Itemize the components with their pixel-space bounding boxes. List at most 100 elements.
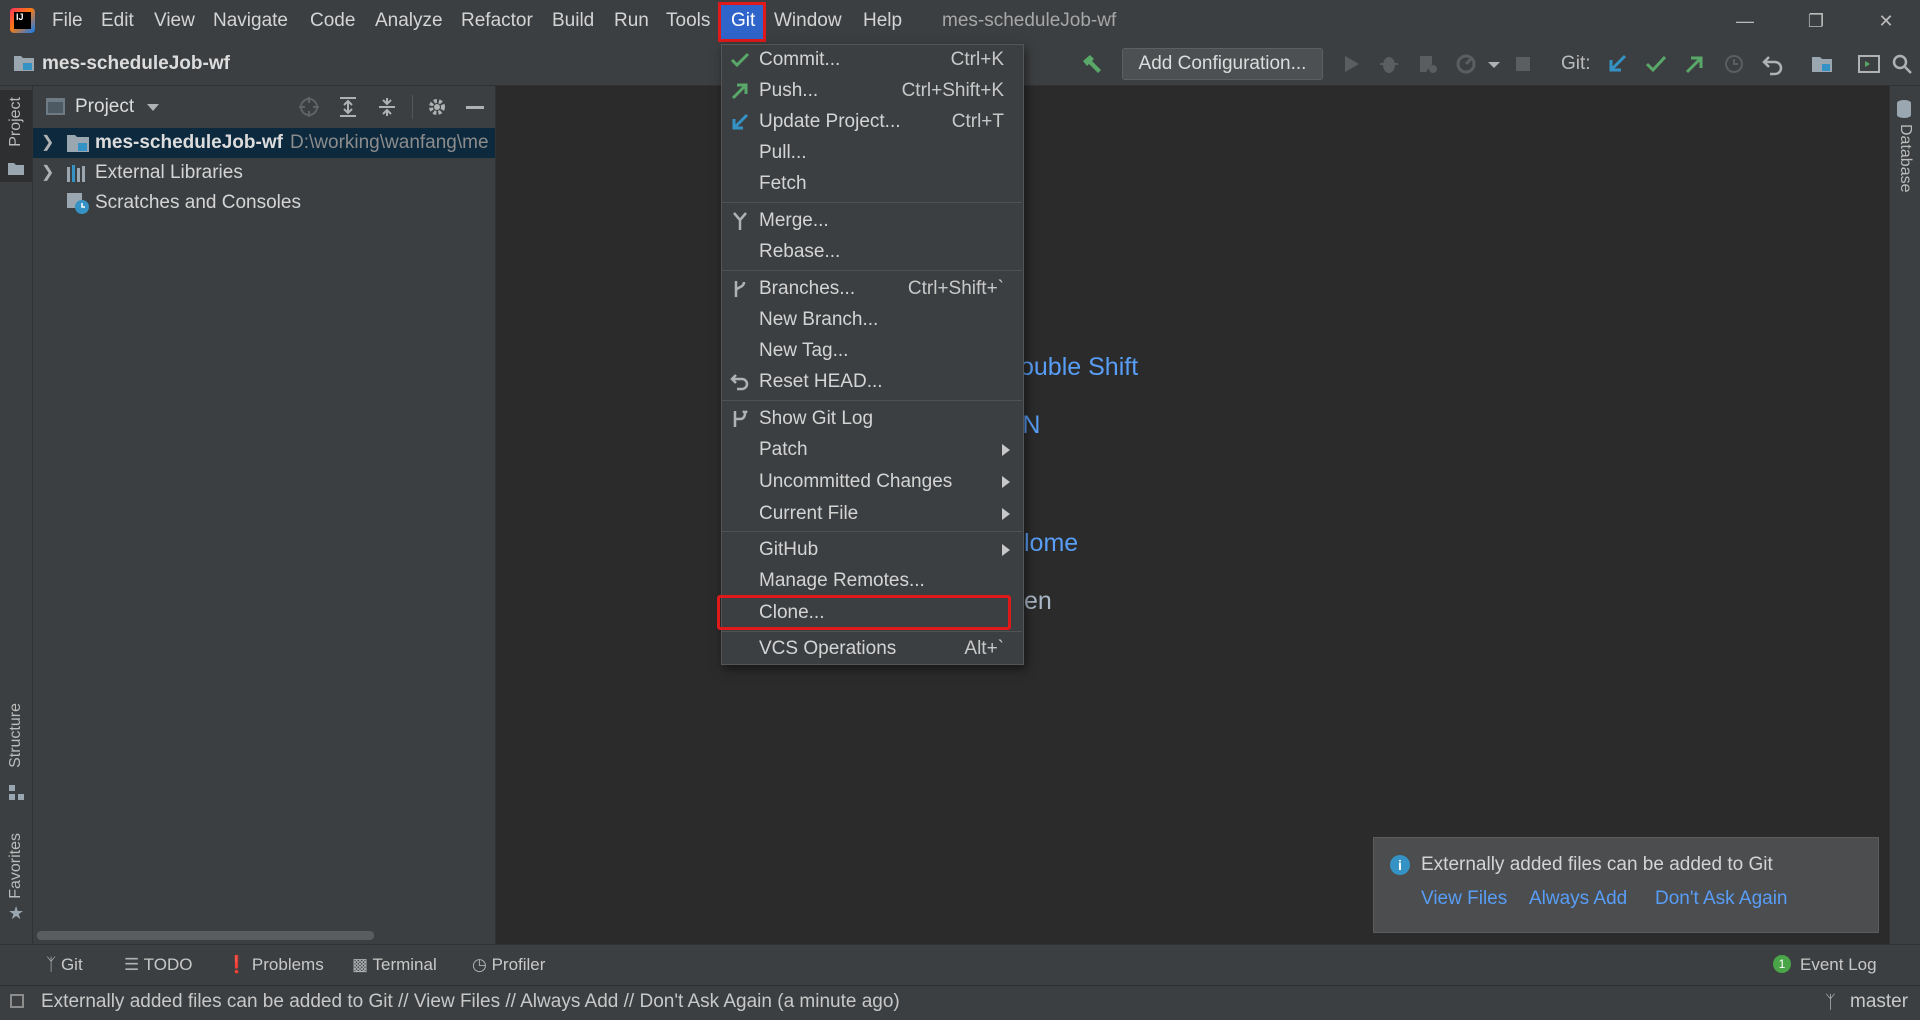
- menu-refactor[interactable]: Refactor: [461, 0, 533, 42]
- chevron-down-icon[interactable]: [1482, 52, 1506, 76]
- chevron-down-icon[interactable]: [145, 100, 161, 114]
- rollback-icon[interactable]: [1761, 52, 1785, 76]
- tree-row-external-libraries[interactable]: ❯ External Libraries: [33, 158, 495, 188]
- structure-tool-label[interactable]: Structure: [7, 703, 25, 768]
- menu-item-fetch[interactable]: Fetch: [722, 168, 1022, 199]
- database-tool-label[interactable]: Database: [1896, 124, 1914, 193]
- push-arrow-icon: [731, 83, 748, 100]
- menu-tools[interactable]: Tools: [666, 0, 710, 42]
- menu-view[interactable]: View: [154, 0, 195, 42]
- structure-icon: [9, 785, 24, 800]
- menu-file[interactable]: File: [52, 0, 83, 42]
- always-add-link[interactable]: Always Add: [1529, 884, 1627, 914]
- project-tool-label[interactable]: Project: [7, 97, 25, 147]
- menu-item-reset-head[interactable]: Reset HEAD...: [722, 366, 1022, 397]
- restore-icon[interactable]: ❐: [1786, 0, 1846, 42]
- coverage-icon[interactable]: [1416, 52, 1440, 76]
- problems-tool-button[interactable]: ❗ Problems: [226, 944, 324, 985]
- git-branch-widget[interactable]: master: [1850, 985, 1908, 1019]
- menu-item-show-git-log[interactable]: Show Git Log: [722, 403, 1022, 434]
- minimize-panel-icon[interactable]: [466, 106, 484, 109]
- event-log-tool-button[interactable]: Event Log: [1800, 944, 1877, 985]
- git-tool-button[interactable]: ᛉ Git: [46, 944, 83, 985]
- menu-item-current-file[interactable]: Current File: [722, 498, 1022, 529]
- chevron-right-icon[interactable]: ❯: [41, 158, 54, 188]
- status-message[interactable]: Externally added files can be added to G…: [41, 985, 900, 1019]
- debug-icon[interactable]: [1377, 52, 1401, 76]
- branch-icon: [734, 281, 746, 297]
- menu-item-update-project[interactable]: Update Project... Ctrl+T: [722, 106, 1022, 137]
- build-hammer-icon[interactable]: [1080, 52, 1104, 76]
- view-files-link[interactable]: View Files: [1421, 884, 1507, 914]
- profile-icon[interactable]: [1454, 52, 1478, 76]
- module-folder-icon: [67, 135, 89, 152]
- menu-navigate[interactable]: Navigate: [213, 0, 288, 42]
- git-push-arrow-icon[interactable]: [1683, 52, 1707, 76]
- git-commit-check-icon[interactable]: [1644, 52, 1668, 76]
- profiler-tool-button[interactable]: ◷ Profiler: [472, 944, 545, 985]
- menu-item-uncommitted-changes[interactable]: Uncommitted Changes: [722, 466, 1022, 497]
- intellij-logo-icon: IJ: [10, 8, 35, 33]
- dont-ask-again-link[interactable]: Don't Ask Again: [1655, 884, 1788, 914]
- menu-separator: [722, 531, 1022, 532]
- menu-item-new-branch[interactable]: New Branch...: [722, 304, 1022, 335]
- menu-item-manage-remotes[interactable]: Manage Remotes...: [722, 565, 1022, 596]
- favorites-tool-label[interactable]: Favorites: [7, 833, 25, 899]
- tree-row-project[interactable]: ❯ mes-scheduleJob-wf D:\working\wanfang\…: [33, 128, 495, 158]
- menu-window[interactable]: Window: [774, 0, 842, 42]
- project-panel-title[interactable]: Project: [75, 86, 134, 127]
- collapse-all-icon[interactable]: [376, 96, 398, 118]
- menu-item-github[interactable]: GitHub: [722, 534, 1022, 565]
- menu-item-pull[interactable]: Pull...: [722, 137, 1022, 168]
- menu-separator: [722, 202, 1022, 203]
- chevron-right-icon[interactable]: ❯: [41, 128, 54, 158]
- tree-row-scratches[interactable]: Scratches and Consoles: [33, 188, 495, 218]
- menu-separator: [722, 400, 1022, 401]
- history-clock-icon[interactable]: [1722, 52, 1746, 76]
- run-anything-icon[interactable]: [1857, 52, 1881, 76]
- locate-target-icon[interactable]: [298, 96, 320, 118]
- editor-hint-search: ouble Shift: [1020, 353, 1139, 381]
- menu-code[interactable]: Code: [310, 0, 355, 42]
- project-path: D:\working\wanfang\me: [290, 132, 489, 153]
- menu-edit[interactable]: Edit: [101, 0, 134, 42]
- menu-help[interactable]: Help: [863, 0, 902, 42]
- terminal-tool-button[interactable]: ▩ Terminal: [352, 944, 437, 985]
- menu-item-vcs-operations[interactable]: VCS Operations Alt+`: [722, 633, 1022, 664]
- editor-area: [496, 86, 1889, 944]
- stop-icon[interactable]: [1511, 52, 1535, 76]
- merge-icon: [733, 212, 747, 230]
- menu-item-commit[interactable]: Commit... Ctrl+K: [722, 44, 1022, 75]
- search-icon[interactable]: [1890, 52, 1914, 76]
- todo-tool-button[interactable]: ☰ TODO: [124, 944, 192, 985]
- breadcrumb-project[interactable]: mes-scheduleJob-wf: [42, 42, 230, 85]
- project-structure-icon[interactable]: [1810, 52, 1834, 76]
- project-view-icon: [46, 98, 65, 115]
- folder-icon: [8, 163, 24, 175]
- minimize-icon[interactable]: —: [1715, 0, 1775, 42]
- run-icon[interactable]: [1339, 52, 1363, 76]
- menu-item-branches[interactable]: Branches... Ctrl+Shift+`: [722, 273, 1022, 304]
- folder-icon: [14, 56, 34, 71]
- problems-icon: ❗: [226, 955, 248, 974]
- menu-item-rebase[interactable]: Rebase...: [722, 236, 1022, 267]
- menu-run[interactable]: Run: [614, 0, 649, 42]
- list-icon: ☰: [124, 955, 140, 974]
- menu-item-push[interactable]: Push... Ctrl+Shift+K: [722, 75, 1022, 106]
- star-icon: ★: [8, 903, 25, 923]
- menu-item-patch[interactable]: Patch: [722, 434, 1022, 465]
- expand-all-icon[interactable]: [337, 96, 359, 118]
- notification-text: Externally added files can be added to G…: [1421, 854, 1773, 875]
- project-name: mes-scheduleJob-wf: [95, 132, 283, 153]
- close-icon[interactable]: ✕: [1856, 0, 1916, 42]
- horizontal-scrollbar[interactable]: [37, 931, 374, 940]
- menu-item-new-tag[interactable]: New Tag...: [722, 335, 1022, 366]
- git-update-arrow-icon[interactable]: [1605, 52, 1629, 76]
- menu-analyze[interactable]: Analyze: [375, 0, 443, 42]
- add-configuration-button[interactable]: Add Configuration...: [1122, 48, 1323, 80]
- menu-item-merge[interactable]: Merge...: [722, 205, 1022, 236]
- menu-build[interactable]: Build: [552, 0, 594, 42]
- gear-icon[interactable]: [426, 96, 448, 118]
- toggle-tool-windows-icon[interactable]: [10, 994, 24, 1008]
- tree-label: Scratches and Consoles: [95, 192, 301, 213]
